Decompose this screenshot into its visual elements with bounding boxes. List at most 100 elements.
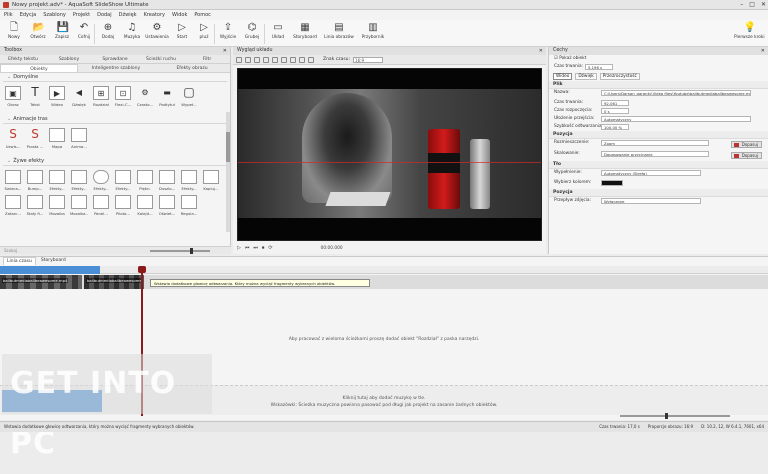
duration-input[interactable]: 5.196 s (585, 64, 613, 70)
effect-item[interactable]: Stały fi... (26, 195, 44, 219)
storyboard-button[interactable]: ▦ Storyboard (290, 22, 320, 46)
start-button[interactable]: ▷ Start (170, 22, 194, 46)
transition-dropdown[interactable]: Automatyczny (601, 116, 751, 122)
minimize-button[interactable]: – (740, 1, 743, 8)
effect-item[interactable]: Efekty... (92, 170, 110, 192)
menu-view[interactable]: Widok (172, 12, 187, 18)
effect-item[interactable]: Efekty... (114, 170, 132, 192)
tab-video[interactable]: Wideo (553, 72, 573, 80)
tool-subtitle[interactable]: ▬ Podtytuł (158, 86, 176, 114)
new-button[interactable]: 🗋 Nowy (2, 22, 26, 46)
preview-stage[interactable] (237, 68, 542, 241)
effect-item[interactable]: Kopiuj... (202, 170, 220, 192)
loop-icon[interactable]: ⟳ (268, 245, 272, 251)
tool-chapter[interactable]: ⊞ Rozdział (92, 86, 110, 114)
search-label[interactable]: Szukaj (0, 248, 17, 253)
section-live-effects[interactable]: ⌄ Żywe efekty (3, 157, 227, 166)
effect-item[interactable]: Regula... (180, 195, 198, 219)
maximize-button[interactable]: □ (749, 1, 755, 8)
tool-particles[interactable]: ⚙ Czasto... (136, 86, 154, 114)
stop-icon[interactable]: ⏹ (262, 245, 265, 251)
toolbox-button[interactable]: ▥ Przybornik (358, 22, 388, 46)
menu-sound[interactable]: Dźwięk (119, 12, 137, 18)
close-icon[interactable]: ✕ (539, 47, 543, 55)
open-button[interactable]: 📂 Otwórz (26, 22, 50, 46)
tool-path-2[interactable]: S Prosta ... (26, 128, 44, 156)
output-button[interactable]: ⇪ Wyjście (216, 22, 240, 46)
select-tool-icon[interactable] (236, 56, 242, 63)
effect-item[interactable]: Duszlo... (158, 170, 176, 192)
close-button[interactable]: ✕ (761, 1, 766, 8)
close-icon[interactable]: ✕ (223, 47, 227, 55)
grid-icon[interactable] (281, 56, 287, 63)
effect-item[interactable]: Piękn. (136, 170, 154, 192)
color-swatch[interactable] (601, 180, 623, 186)
tab-filter[interactable]: Filtr (184, 55, 230, 63)
layout-button[interactable]: ▭ Układ (266, 22, 290, 46)
tab-motion-paths[interactable]: Ścieżki ruchu (138, 55, 184, 63)
start-input[interactable]: 0 s (601, 108, 629, 114)
tool-map[interactable]: Mapa (48, 128, 66, 156)
tab-smart-templates[interactable]: Inteligentne szablony (78, 64, 154, 72)
extra-dropdown[interactable]: Wyłączone (601, 198, 701, 204)
undo-button[interactable]: ↶ Cofnij (72, 22, 96, 46)
menu-wizards[interactable]: Kreatory (144, 12, 165, 18)
glasses-button[interactable]: ⌬ Grubej (240, 22, 264, 46)
menu-file[interactable]: Plik (4, 12, 13, 18)
effect-item[interactable]: Świeca... (4, 170, 22, 192)
prev-icon[interactable]: ⏮ (245, 245, 250, 251)
effect-item[interactable]: Kalejd... (136, 195, 154, 219)
file-path-input[interactable]: C:\Users\Darsan_garanty\Video files\Yout… (601, 90, 751, 96)
tab-checked[interactable]: Sprawdane (92, 55, 138, 63)
tab-storyboard[interactable]: Storyboard (38, 257, 69, 265)
effect-item[interactable]: Efekty... (70, 170, 88, 192)
effect-item[interactable]: Bump... (26, 170, 44, 192)
zoom-in-icon[interactable] (254, 56, 260, 63)
tool-map-animation[interactable]: Anima... (70, 128, 88, 156)
tool-path-1[interactable]: S Uzwis... (4, 128, 22, 156)
effect-item[interactable]: Panel... (92, 195, 110, 219)
effect-item[interactable]: Mozaika (48, 195, 66, 219)
crop-tool-icon[interactable] (245, 56, 251, 63)
tool-flexi-collage[interactable]: ⊡ Flexi-C... (114, 86, 132, 114)
section-path-animations[interactable]: ⌄ Animacje tras (3, 115, 227, 124)
motion-icon[interactable] (308, 56, 314, 63)
tab-templates[interactable]: Szablony (46, 55, 92, 63)
tool-text[interactable]: T Tekst (26, 86, 44, 114)
close-icon[interactable]: ✕ (761, 47, 765, 55)
toolbox-scrollbar[interactable] (226, 112, 230, 232)
menu-add[interactable]: Dodaj (97, 12, 112, 18)
getting-started-button[interactable]: 💡 Pierwsze kroki (734, 22, 765, 46)
align-dropdown[interactable]: Zoom (601, 140, 709, 146)
tab-objects[interactable]: Obiekty (0, 64, 78, 72)
tab-text-effects[interactable]: Efekty tekstu (0, 55, 46, 63)
tab-audio[interactable]: Dźwięk (575, 72, 597, 80)
slider-handle[interactable] (665, 413, 668, 419)
slider-handle[interactable] (190, 248, 193, 254)
thumb-size-slider[interactable] (150, 248, 210, 254)
tab-image-effects[interactable]: Efekty obrazu (154, 64, 230, 72)
timeline-ruler[interactable] (0, 266, 768, 274)
aspect-dropdown[interactable]: 16:9 (353, 56, 384, 63)
tool-video[interactable]: ▶ Wideo (48, 86, 66, 114)
tool-fill[interactable]: ▢ Wypeł... (180, 86, 198, 114)
scrollbar-thumb[interactable] (226, 132, 230, 162)
next-icon[interactable]: ⏭ (253, 245, 258, 251)
effect-item[interactable]: Efekty... (48, 170, 66, 192)
checkbox-checked-icon[interactable]: ☑ (554, 56, 558, 61)
fit-button[interactable]: Dopasuj (730, 141, 762, 148)
scale-dropdown[interactable]: Dopasowanie przycinanie (601, 151, 709, 157)
zoom-out-icon[interactable] (263, 56, 269, 63)
effect-item[interactable]: Zatarc... (4, 195, 22, 219)
length-input[interactable]: 92.061 (601, 100, 629, 106)
show-object-row[interactable]: ☑ Pokaż obiekt (549, 55, 768, 63)
effect-item[interactable]: Pilota... (114, 195, 132, 219)
section-default[interactable]: ⌄ Domyślne (3, 73, 227, 82)
align-icon[interactable] (290, 56, 296, 63)
music-button[interactable]: ♫ Muzyka (120, 22, 144, 46)
layers-icon[interactable] (299, 56, 305, 63)
save-button[interactable]: 💾 Zapisz (50, 22, 74, 46)
tool-sound[interactable]: ◀ Dźwięk (70, 86, 88, 114)
video-clip[interactable]: ballbutmediaballbeawesome (84, 275, 144, 289)
play-icon[interactable]: ▷ (237, 245, 241, 251)
